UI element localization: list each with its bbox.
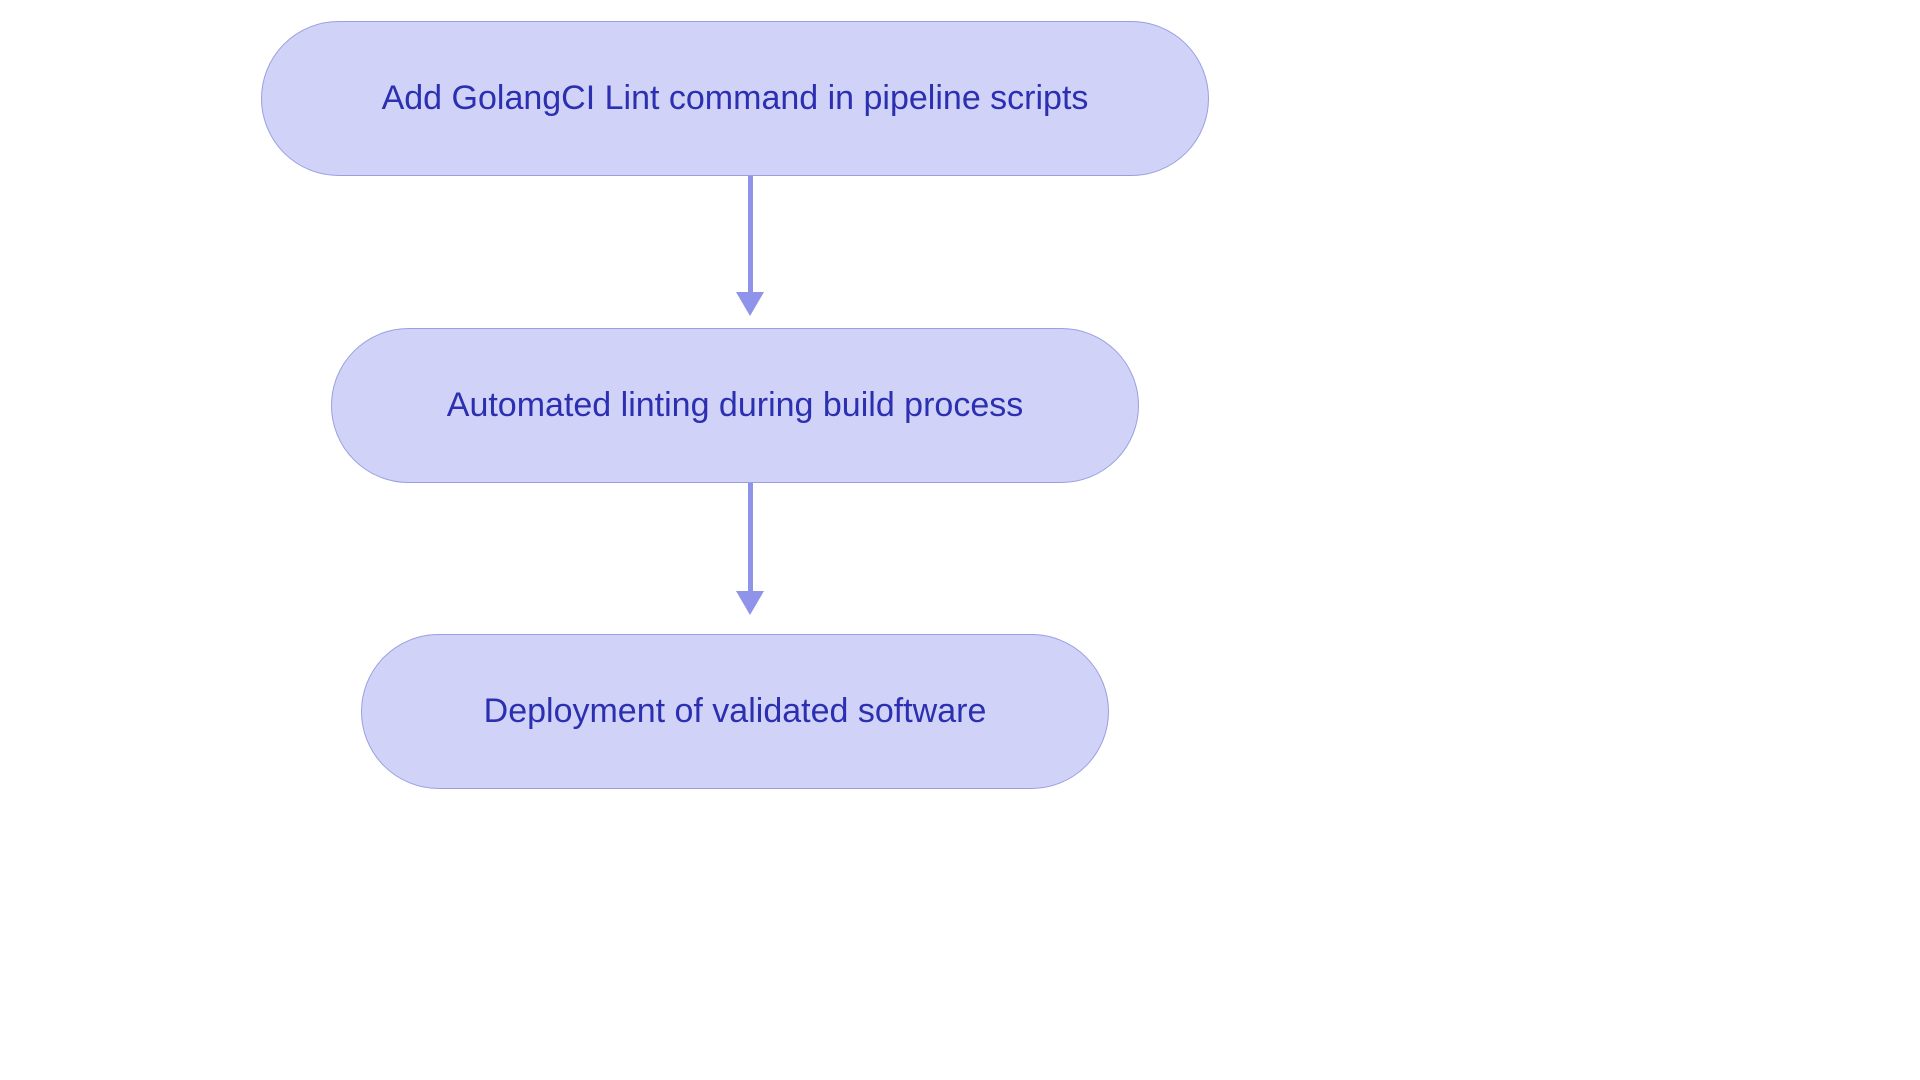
flow-node-step2: Automated linting during build process [331,328,1139,483]
flow-arrow-2 [735,483,765,615]
flow-node-label: Deployment of validated software [484,691,987,732]
flow-node-step3: Deployment of validated software [361,634,1109,789]
flowchart-canvas: Add GolangCI Lint command in pipeline sc… [0,0,1536,816]
flow-node-step1: Add GolangCI Lint command in pipeline sc… [261,21,1209,176]
flow-node-label: Add GolangCI Lint command in pipeline sc… [382,78,1089,119]
flow-arrow-1 [735,176,765,316]
flow-node-label: Automated linting during build process [447,385,1023,426]
